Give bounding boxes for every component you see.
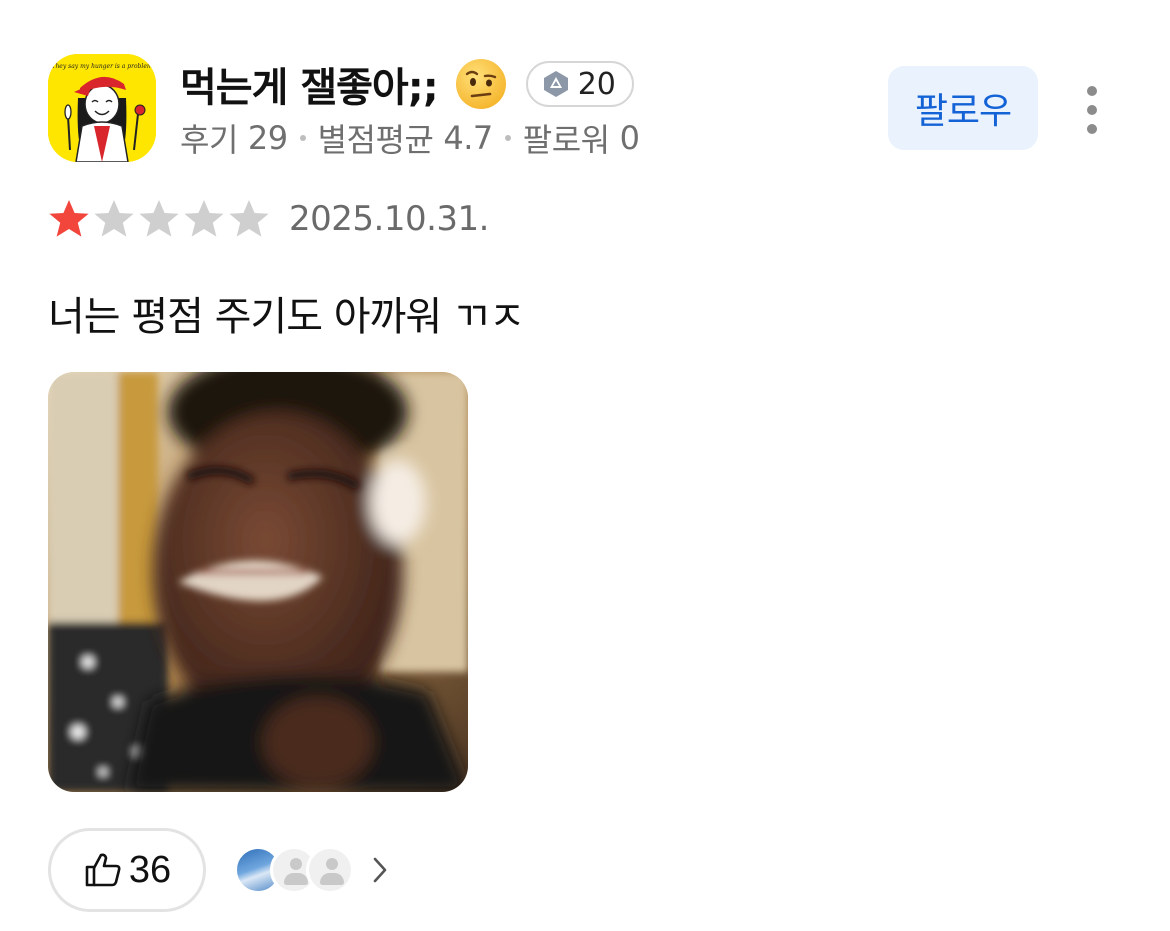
more-vertical-icon[interactable] — [1072, 82, 1112, 138]
thumbs-up-icon — [85, 853, 121, 887]
followers-count: 0 — [619, 119, 640, 157]
avg-rating-value: 4.7 — [443, 119, 493, 157]
star-empty-icon — [229, 200, 269, 237]
level-badge: 20 — [525, 61, 634, 107]
star-rating — [48, 198, 273, 240]
reviewer-stats: 후기 29 별점평균 4.7 팔로워 0 — [180, 116, 640, 160]
review-photo[interactable] — [48, 372, 468, 792]
follow-button[interactable]: 팔로우 — [888, 66, 1038, 150]
liker-avatar — [306, 846, 354, 894]
avg-rating-label: 별점평균 — [317, 121, 434, 159]
chevron-right-icon[interactable] — [368, 853, 392, 887]
reviews-label: 후기 — [180, 121, 238, 159]
star-empty-icon — [184, 200, 224, 237]
reviews-count: 29 — [247, 119, 288, 157]
face-with-raised-eyebrow-icon — [455, 59, 506, 109]
level-icon — [543, 71, 568, 97]
reviewer-avatar[interactable]: They say my hunger is a problem — [48, 54, 156, 162]
star-empty-icon — [94, 200, 134, 237]
reviewer-name-row: 먹는게 잴좋아;; 20 — [180, 55, 634, 113]
reviewer-name[interactable]: 먹는게 잴좋아;; — [180, 55, 439, 113]
star-filled-icon — [49, 200, 89, 237]
review-date: 2025.10.31. — [289, 199, 489, 239]
star-empty-icon — [139, 200, 179, 237]
like-button[interactable]: 36 — [48, 828, 206, 912]
level-number: 20 — [577, 66, 616, 102]
avatar-tagline: They say my hunger is a problem — [51, 63, 152, 70]
followers-label: 팔로워 — [522, 121, 610, 159]
like-count: 36 — [128, 848, 172, 891]
separator-dot — [299, 135, 306, 141]
separator-dot — [504, 135, 511, 141]
likers-list[interactable] — [234, 846, 392, 894]
review-text: 너는 평점 주기도 아까워 ㄲㅈ — [48, 294, 525, 340]
rating-row: 2025.10.31. — [48, 196, 489, 242]
